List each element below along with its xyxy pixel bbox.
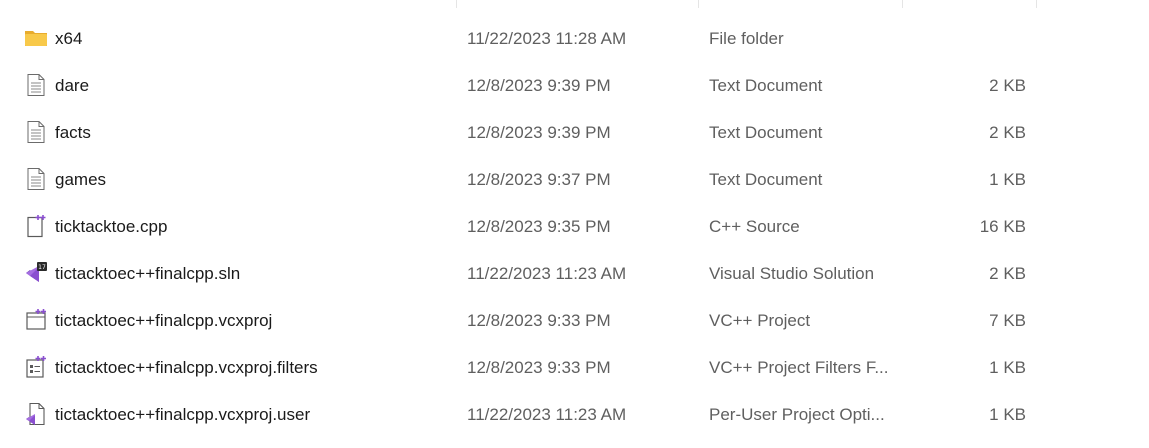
text-document-icon [24,73,48,97]
file-type: Text Document [709,123,823,142]
file-size: 2 KB [989,123,1026,142]
file-size: 2 KB [989,264,1026,283]
file-row-solution[interactable]: 17 tictacktoec++finalcpp.sln 11/22/2023 … [0,251,1149,298]
file-row-vcxproj-filters[interactable]: tictacktoec++finalcpp.vcxproj.filters 12… [0,345,1149,392]
file-date-modified: 12/8/2023 9:39 PM [467,76,611,95]
file-date-modified: 11/22/2023 11:23 AM [467,264,627,283]
file-date-modified: 12/8/2023 9:33 PM [467,358,611,377]
vc-project-icon [24,308,48,332]
file-name: tictacktoec++finalcpp.vcxproj.user [55,405,311,424]
file-name: tictacktoec++finalcpp.vcxproj.filters [55,358,318,377]
file-type: Text Document [709,76,823,95]
file-type: File folder [709,29,784,48]
file-type: Visual Studio Solution [709,264,875,283]
column-separator[interactable] [456,0,457,8]
cpp-source-icon [24,214,48,238]
visual-studio-solution-icon: 17 [24,261,48,285]
file-date-modified: 12/8/2023 9:37 PM [467,170,611,189]
file-size: 16 KB [979,217,1026,236]
file-name: tictacktoec++finalcpp.vcxproj [55,311,273,330]
file-date-modified: 11/22/2023 11:28 AM [467,29,627,48]
file-date-modified: 12/8/2023 9:39 PM [467,123,611,142]
file-row-x64[interactable]: x64 11/22/2023 11:28 AM File folder [0,16,1149,63]
file-type: VC++ Project [709,311,811,330]
file-row-dare[interactable]: dare 12/8/2023 9:39 PM Text Document 2 K… [0,63,1149,110]
file-size: 2 KB [989,76,1026,95]
file-row-games[interactable]: games 12/8/2023 9:37 PM Text Document 1 … [0,157,1149,204]
file-name: x64 [55,29,83,48]
column-separator[interactable] [698,0,699,8]
file-size: 1 KB [989,170,1026,189]
file-list: x64 11/22/2023 11:28 AM File folder dare… [0,16,1149,439]
vc-project-filters-icon [24,355,48,379]
file-date-modified: 12/8/2023 9:33 PM [467,311,611,330]
file-type: C++ Source [709,217,800,236]
file-row-ticktacktoe-cpp[interactable]: ticktacktoe.cpp 12/8/2023 9:35 PM C++ So… [0,204,1149,251]
file-name: games [55,170,107,189]
file-size: 1 KB [989,358,1026,377]
file-size: 7 KB [989,311,1026,330]
column-separator[interactable] [1036,0,1037,8]
column-separator[interactable] [902,0,903,8]
file-date-modified: 12/8/2023 9:35 PM [467,217,611,236]
file-type: VC++ Project Filters F... [709,358,889,377]
folder-icon [24,26,48,50]
file-row-facts[interactable]: facts 12/8/2023 9:39 PM Text Document 2 … [0,110,1149,157]
text-document-icon [24,120,48,144]
file-name: facts [55,123,91,142]
text-document-icon [24,167,48,191]
per-user-project-options-icon [24,402,48,426]
file-row-vcxproj[interactable]: tictacktoec++finalcpp.vcxproj 12/8/2023 … [0,298,1149,345]
file-name: dare [55,76,90,95]
file-size: 1 KB [989,405,1026,424]
file-type: Text Document [709,170,823,189]
file-type: Per-User Project Opti... [709,405,885,424]
file-explorer-view: x64 11/22/2023 11:28 AM File folder dare… [0,0,1149,448]
file-name: tictacktoec++finalcpp.sln [55,264,241,283]
file-date-modified: 11/22/2023 11:23 AM [467,405,627,424]
file-row-vcxproj-user[interactable]: tictacktoec++finalcpp.vcxproj.user 11/22… [0,392,1149,439]
svg-text:17: 17 [38,264,46,271]
file-name: ticktacktoe.cpp [55,217,168,236]
